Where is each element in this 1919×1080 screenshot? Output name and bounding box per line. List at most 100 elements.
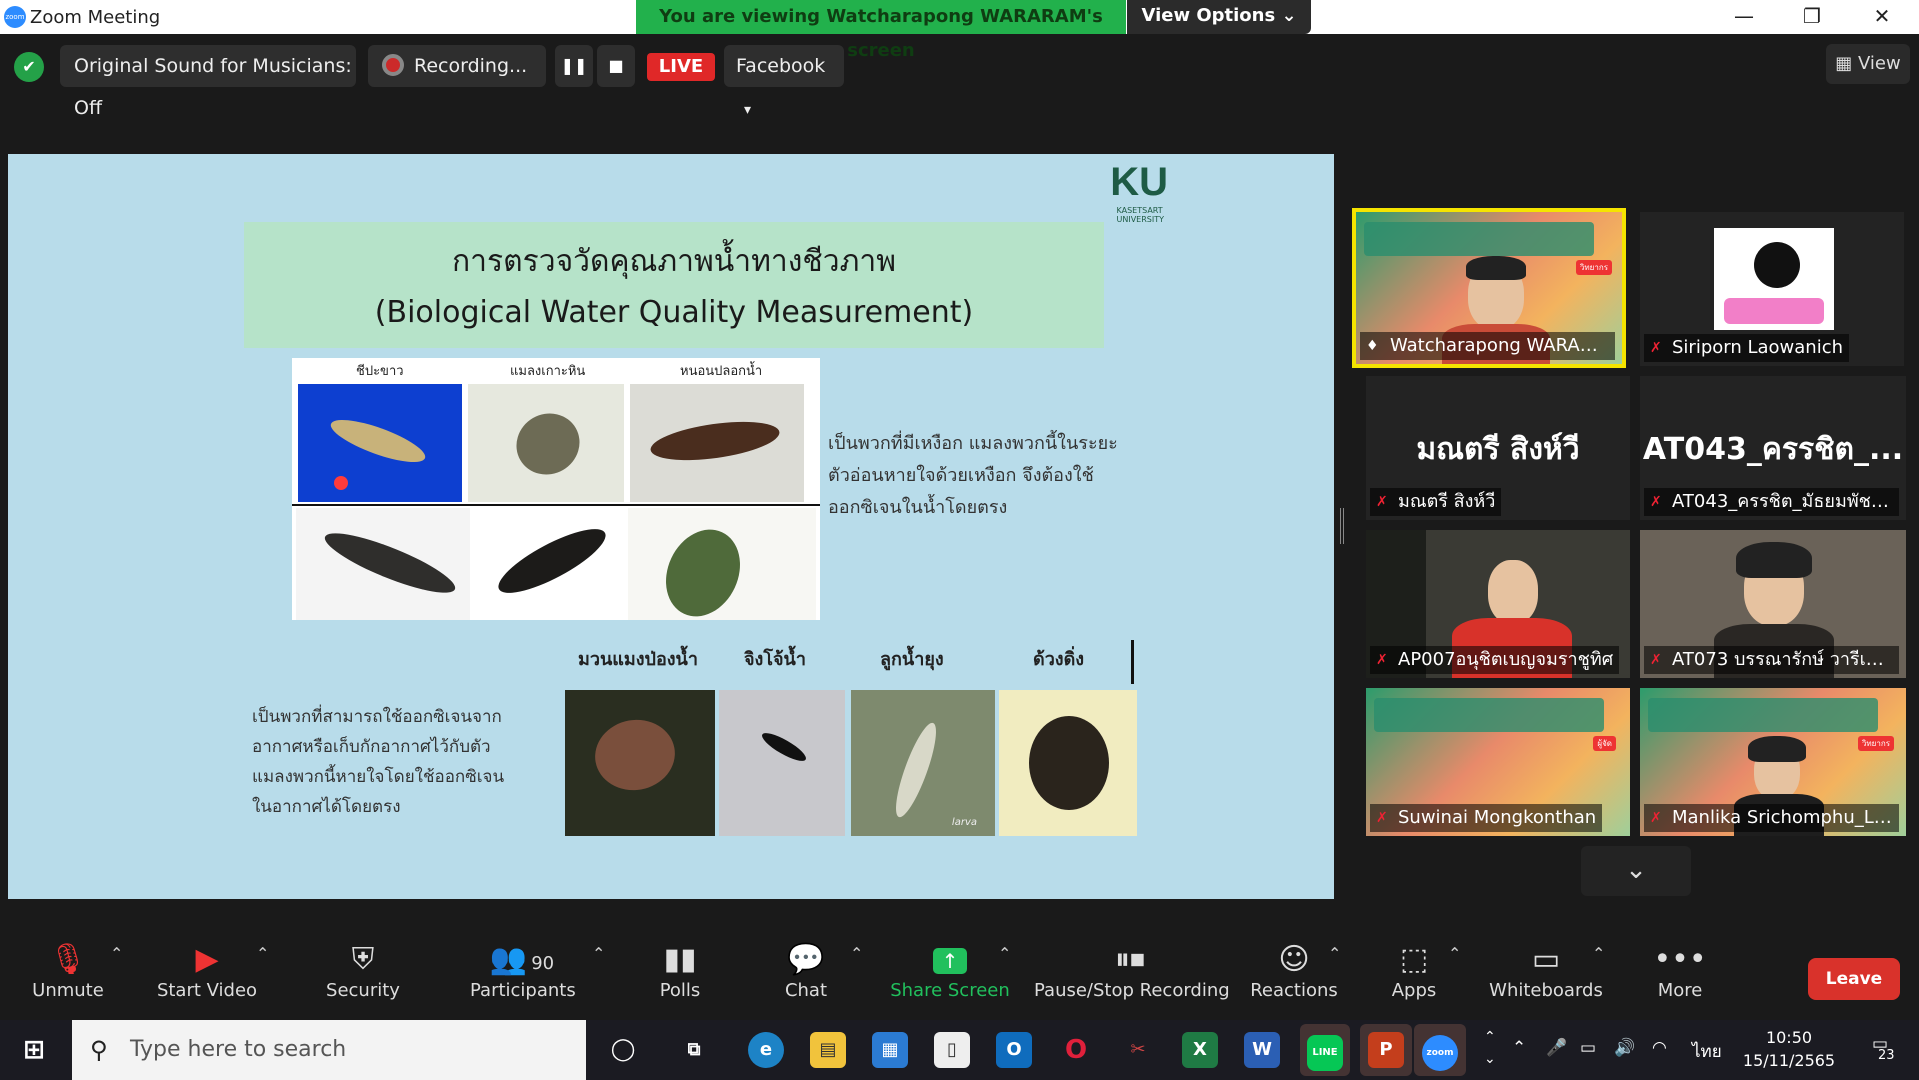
larva-caption: larva [951, 817, 977, 828]
participant-tile[interactable]: วิทยากร Manlika Srichomphu_LERD ✗ [1640, 688, 1906, 836]
share-screen-button[interactable]: ↑ Share Screen [890, 940, 1010, 1001]
cortana-icon[interactable]: ◯ [605, 1032, 641, 1068]
ku-sub-2: UNIVERSITY [1116, 215, 1165, 224]
original-sound-button[interactable]: Original Sound for Musicians: Off [60, 45, 356, 119]
role-badge: ผู้จัด [1593, 736, 1616, 751]
more-dots-icon: ••• [1653, 942, 1707, 977]
view-label: View [1858, 53, 1901, 74]
notification-center-button[interactable]: ▭ 23 [1860, 1034, 1900, 1066]
restore-button[interactable]: ❐ [1782, 0, 1842, 34]
leave-button[interactable]: Leave [1808, 958, 1900, 1000]
title-bar: zoom Zoom Meeting You are viewing Watcha… [0, 0, 1919, 61]
description-line: แมลงพวกนี้หายใจโดยใช้ออกซิเจน [252, 767, 505, 787]
mosquito-larva-photo: larva [851, 690, 995, 836]
encryption-shield-icon[interactable]: ✔ [14, 52, 44, 82]
unmute-label: Unmute [32, 980, 104, 1001]
pause-stop-recording-button[interactable]: ⏸⏹ Pause/Stop Recording [1034, 940, 1230, 1001]
reactions-icon: ☺ [1278, 942, 1310, 977]
snipping-tool-icon[interactable]: ✂ [1120, 1032, 1156, 1068]
zoom-taskbar-icon[interactable]: zoom [1414, 1024, 1466, 1076]
reactions-button[interactable]: ☺ Reactions [1248, 940, 1340, 1001]
grid-header: ชีปะขาว [356, 364, 404, 379]
volume-icon[interactable]: 🔊 [1614, 1038, 1635, 1058]
stop-recording-button[interactable]: ■ [597, 45, 635, 87]
chevron-up-icon: ⌃ [256, 944, 270, 963]
notepad-icon[interactable]: ▯ [934, 1032, 970, 1068]
chevron-down-icon: ▾ [744, 102, 752, 118]
water-scorpion-photo [565, 690, 715, 836]
unmute-button[interactable]: 🎙 Unmute [26, 940, 110, 1001]
stonefly-nymph-photo [472, 508, 626, 620]
chevron-up-icon: ⌃ [1592, 944, 1606, 963]
microphone-tray-icon[interactable]: 🎤 [1546, 1038, 1567, 1058]
whiteboard-icon: ▭ [1531, 942, 1561, 977]
share-screen-label: Share Screen [890, 980, 1010, 1001]
description-line: ออกซิเจนในน้ำโดยตรง [828, 497, 1008, 518]
participant-tile[interactable]: AT043_ครรชิต_... AT043_ครรชิต_มัธยมพัชรก… [1640, 376, 1906, 520]
view-icon: ▦ [1835, 53, 1858, 74]
windows-start-icon[interactable]: ⊞ [16, 1032, 52, 1068]
description-line: ในอากาศได้โดยตรง [252, 797, 401, 817]
apps-button[interactable]: ⬚ Apps [1374, 940, 1454, 1001]
edge-icon[interactable]: e [748, 1032, 784, 1068]
start-video-label: Start Video [156, 980, 258, 1001]
participant-tile-active-speaker[interactable]: วิทยากร Watcharapong WARARAM ♦ [1352, 208, 1626, 368]
participant-tile[interactable]: AP007อนุชิตเบญจมราชูทิศ ✗ [1366, 530, 1630, 678]
slide-title-thai: การตรวจวัดคุณภาพน้ำทางชีวภาพ [452, 244, 896, 279]
security-button[interactable]: ⛨ Security [318, 940, 408, 1001]
reactions-label: Reactions [1250, 980, 1338, 1001]
minimize-button[interactable]: — [1714, 0, 1774, 34]
word-icon[interactable]: W [1244, 1032, 1280, 1068]
viewing-screen-banner: You are viewing Watcharapong WARARAM's s… [636, 0, 1126, 61]
more-label: More [1657, 980, 1703, 1001]
ku-sub-1: KASETSART [1116, 206, 1163, 215]
search-placeholder: Type here to search [130, 1037, 347, 1062]
chat-button[interactable]: 💬 Chat [766, 940, 846, 1001]
role-badge: วิทยากร [1857, 736, 1894, 751]
opera-icon[interactable]: O [1058, 1032, 1094, 1068]
participant-name: Siriporn Laowanich [1644, 334, 1850, 362]
close-button[interactable]: ✕ [1852, 0, 1912, 34]
panel-resize-handle[interactable] [1340, 508, 1344, 544]
participant-tile[interactable]: ผู้จัด Suwinai Mongkonthan ✗ [1366, 688, 1630, 836]
live-platform-dropdown[interactable]: Facebook ▾ [724, 45, 844, 118]
wifi-icon[interactable]: ◠ [1652, 1038, 1667, 1058]
scroll-up-down-icon[interactable]: ⌃ ⌄ [1484, 1026, 1496, 1070]
search-icon: ⚲ [90, 1036, 108, 1064]
speaker-badge: วิทยากร [1575, 260, 1612, 275]
battery-icon[interactable]: ▭ [1580, 1038, 1596, 1058]
line-app-icon[interactable]: LINE [1300, 1024, 1350, 1076]
outlook-icon[interactable]: O [996, 1032, 1032, 1068]
muted-mic-icon: ✗ [1650, 494, 1662, 510]
participant-tile[interactable]: มณตรี สิงห์วี มณตรี สิงห์วี ✗ [1366, 376, 1630, 520]
start-video-button[interactable]: ▶ Start Video [152, 940, 262, 1001]
slide-title-box: การตรวจวัดคุณภาพน้ำทางชีวภาพ (Biological… [244, 222, 1104, 348]
whiteboards-button[interactable]: ▭ Whiteboards [1488, 940, 1604, 1001]
file-explorer-icon[interactable]: ▤ [810, 1032, 846, 1068]
input-language[interactable]: ไทย [1692, 1038, 1722, 1065]
participant-name: AT043_ครรชิต_มัธยมพัชรกิติ... [1644, 488, 1899, 516]
task-view-icon[interactable]: ⧉ [676, 1032, 712, 1068]
chat-label: Chat [784, 980, 828, 1001]
chat-icon: 💬 [787, 942, 825, 977]
chevron-up-icon: ⌃ [850, 944, 864, 963]
excel-icon[interactable]: X [1182, 1032, 1218, 1068]
show-hidden-icons[interactable]: ⌃ [1512, 1038, 1526, 1058]
view-options-button[interactable]: View Options ⌄ [1127, 0, 1311, 34]
description-line: เป็นพวกที่มีเหงือก แมลงพวกนี้ในระยะ [828, 433, 1118, 454]
more-participants-button[interactable]: ⌄ [1581, 846, 1691, 896]
taskbar-search-box[interactable]: ⚲ Type here to search [72, 1020, 586, 1080]
participant-name: AT073 บรรณารักษ์ วารีเชียงใ... [1644, 646, 1899, 674]
pause-recording-button[interactable]: ❚❚ [555, 45, 593, 87]
participants-button[interactable]: 👥 90 Participants [470, 940, 576, 1001]
view-layout-button[interactable]: ▦ View [1826, 44, 1910, 84]
store-icon[interactable]: ▦ [872, 1032, 908, 1068]
participant-tile[interactable]: AT073 บรรณารักษ์ วารีเชียงใ... ✗ [1640, 530, 1906, 678]
participant-tile[interactable]: Siriporn Laowanich ✗ [1640, 212, 1904, 366]
chevron-up-icon: ⌃ [998, 944, 1012, 963]
taskbar-clock[interactable]: 10:50 15/11/2565 [1736, 1026, 1842, 1072]
powerpoint-icon[interactable]: P [1360, 1024, 1412, 1076]
live-badge: LIVE [647, 53, 715, 81]
polls-button[interactable]: ▮▮ Polls [640, 940, 720, 1001]
more-button[interactable]: ••• More [1640, 940, 1720, 1001]
